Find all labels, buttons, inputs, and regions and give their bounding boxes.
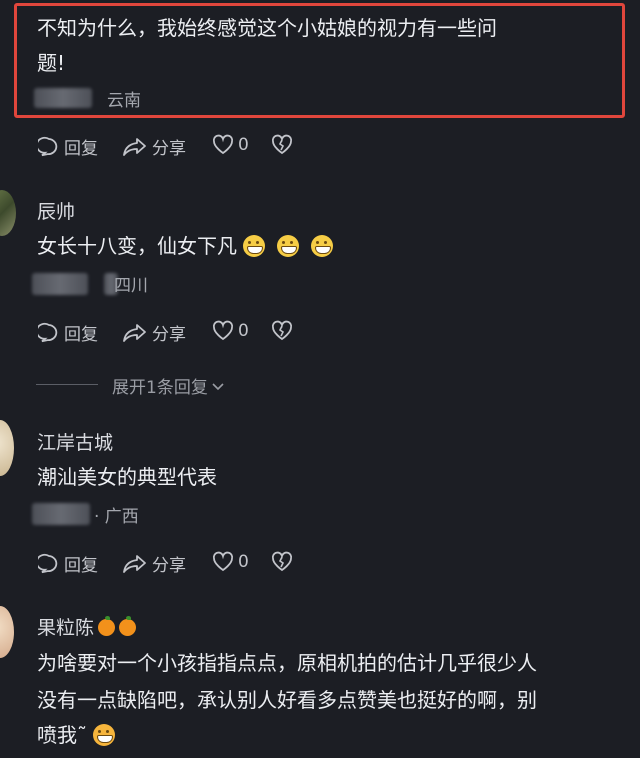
share-label: 分享 xyxy=(152,325,186,345)
like-button[interactable]: 0 xyxy=(212,134,249,156)
like-button[interactable]: 0 xyxy=(212,551,249,573)
share-arrow-icon xyxy=(122,553,152,575)
share-label: 分享 xyxy=(152,556,186,576)
reply-button[interactable]: 回复 xyxy=(38,134,98,159)
heart-icon xyxy=(212,134,238,156)
chevron-down-icon xyxy=(211,379,229,393)
comment-username[interactable]: 江岸古城 xyxy=(37,428,113,455)
comment-text-line1: 为啥要对一个小孩指指点点，原相机拍的估计几乎很少人 xyxy=(37,651,537,675)
grin-emoji-icon xyxy=(277,235,299,257)
reply-label: 回复 xyxy=(64,556,98,576)
reply-button[interactable]: 回复 xyxy=(38,320,98,345)
comment-bubble-icon xyxy=(38,136,64,158)
dislike-button[interactable] xyxy=(271,320,297,342)
tangerine-emoji-icon xyxy=(119,616,137,636)
comment-bubble-icon xyxy=(38,322,64,344)
comment-username[interactable]: 辰帅 xyxy=(37,197,75,224)
expand-replies-button[interactable]: 展开1条回复 xyxy=(112,373,229,398)
like-count: 0 xyxy=(238,135,249,155)
comment-text: 潮汕美女的典型代表 xyxy=(37,465,217,489)
reply-label: 回复 xyxy=(64,139,98,159)
dislike-button[interactable] xyxy=(271,551,297,573)
expand-replies-label: 展开1条回复 xyxy=(112,378,208,398)
avatar[interactable] xyxy=(0,420,14,476)
share-button[interactable]: 分享 xyxy=(122,551,186,576)
comment-text: 女长十八变，仙女下凡 xyxy=(37,229,339,264)
comment-text-content: 喷我˜ xyxy=(37,723,87,747)
grin-emoji-icon xyxy=(311,235,333,257)
share-button[interactable]: 分享 xyxy=(122,320,186,345)
like-button[interactable]: 0 xyxy=(212,320,249,342)
avatar[interactable] xyxy=(0,190,16,236)
blurred-username xyxy=(34,88,92,108)
comment-bubble-icon xyxy=(38,553,64,575)
tangerine-emoji-icon xyxy=(98,616,116,636)
comment-username[interactable]: 果粒陈 xyxy=(37,613,137,640)
broken-heart-icon xyxy=(271,134,297,156)
broken-heart-icon xyxy=(271,551,297,573)
divider xyxy=(36,384,98,385)
avatar[interactable] xyxy=(0,606,14,658)
broken-heart-icon xyxy=(271,320,297,342)
dislike-button[interactable] xyxy=(271,134,297,156)
like-count: 0 xyxy=(238,552,249,572)
location-label: 四川 xyxy=(114,276,148,296)
reply-button[interactable]: 回复 xyxy=(38,551,98,576)
comment-text-line3: 喷我˜ xyxy=(37,718,121,753)
share-label: 分享 xyxy=(152,139,186,159)
share-arrow-icon xyxy=(122,136,152,158)
share-button[interactable]: 分享 xyxy=(122,134,186,159)
comment-text-line1: 不知为什么，我始终感觉这个小姑娘的视力有一些问 xyxy=(37,16,497,40)
surprised-emoji-icon xyxy=(93,724,115,746)
grin-emoji-icon xyxy=(243,235,265,257)
username-text: 果粒陈 xyxy=(37,617,95,639)
blurred-username xyxy=(32,503,90,525)
blurred-username xyxy=(32,273,88,295)
heart-icon xyxy=(212,551,238,573)
location-label: 云南 xyxy=(107,91,141,111)
like-count: 0 xyxy=(238,321,249,341)
comment-text-line2: 没有一点缺陷吧，承认别人好看多点赞美也挺好的啊，别 xyxy=(37,688,537,712)
comment-text-line2: 题! xyxy=(37,51,66,75)
heart-icon xyxy=(212,320,238,342)
share-arrow-icon xyxy=(122,322,152,344)
reply-label: 回复 xyxy=(64,325,98,345)
comment-text-content: 女长十八变，仙女下凡 xyxy=(37,234,237,258)
location-label: · 广西 xyxy=(94,507,139,527)
